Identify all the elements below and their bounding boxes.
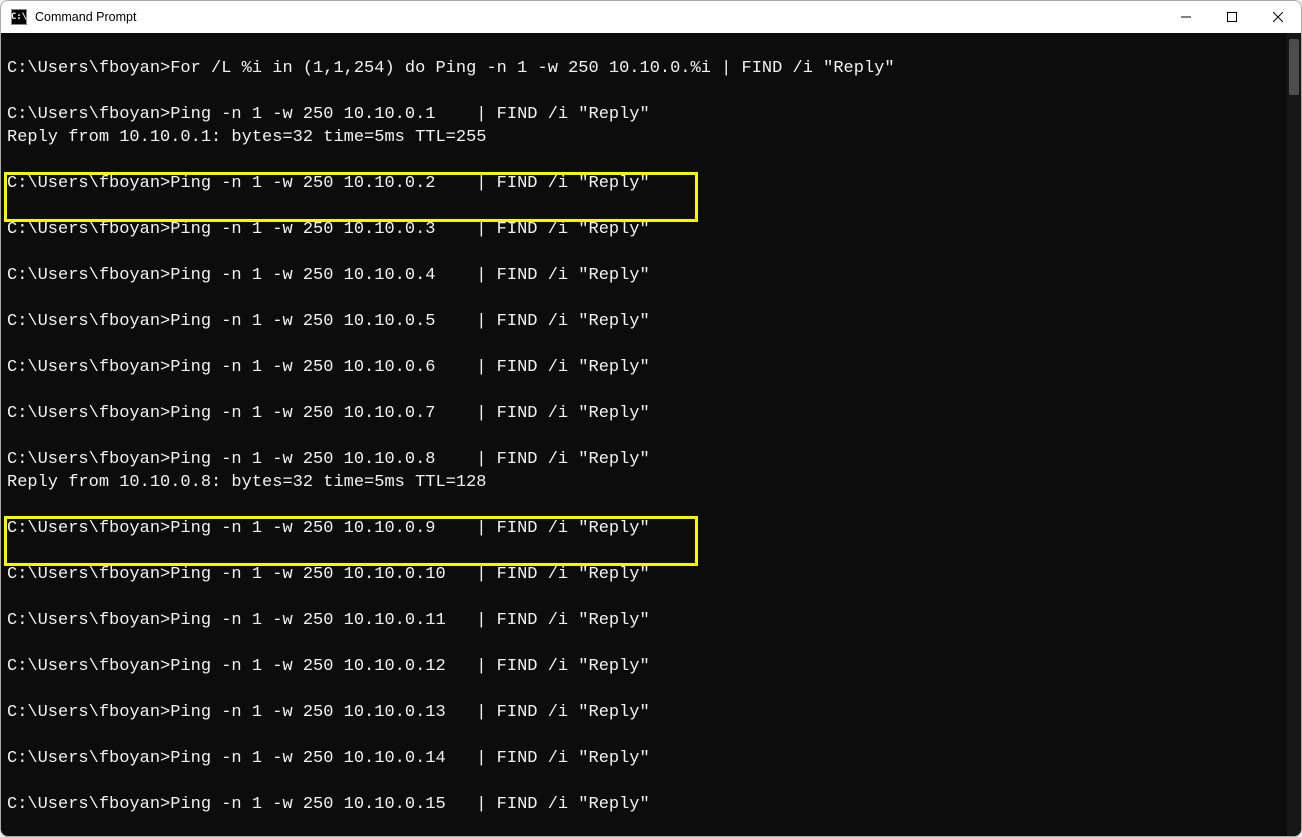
- close-button[interactable]: [1255, 1, 1301, 33]
- titlebar[interactable]: C:\ Command Prompt: [1, 1, 1301, 33]
- minimize-button[interactable]: [1163, 1, 1209, 33]
- maximize-icon: [1227, 12, 1237, 22]
- minimize-icon: [1181, 12, 1191, 22]
- scroll-thumb[interactable]: [1289, 39, 1299, 95]
- command-prompt-window: C:\ Command Prompt C:\Users\fboyan>For /…: [0, 0, 1302, 837]
- window-title: Command Prompt: [35, 10, 136, 24]
- cmd-icon: C:\: [11, 9, 27, 25]
- maximize-button[interactable]: [1209, 1, 1255, 33]
- window-controls: [1163, 1, 1301, 33]
- close-icon: [1273, 12, 1283, 22]
- terminal-output[interactable]: C:\Users\fboyan>For /L %i in (1,1,254) d…: [1, 33, 1287, 836]
- scrollbar[interactable]: [1287, 33, 1301, 836]
- terminal-area[interactable]: C:\Users\fboyan>For /L %i in (1,1,254) d…: [1, 33, 1301, 836]
